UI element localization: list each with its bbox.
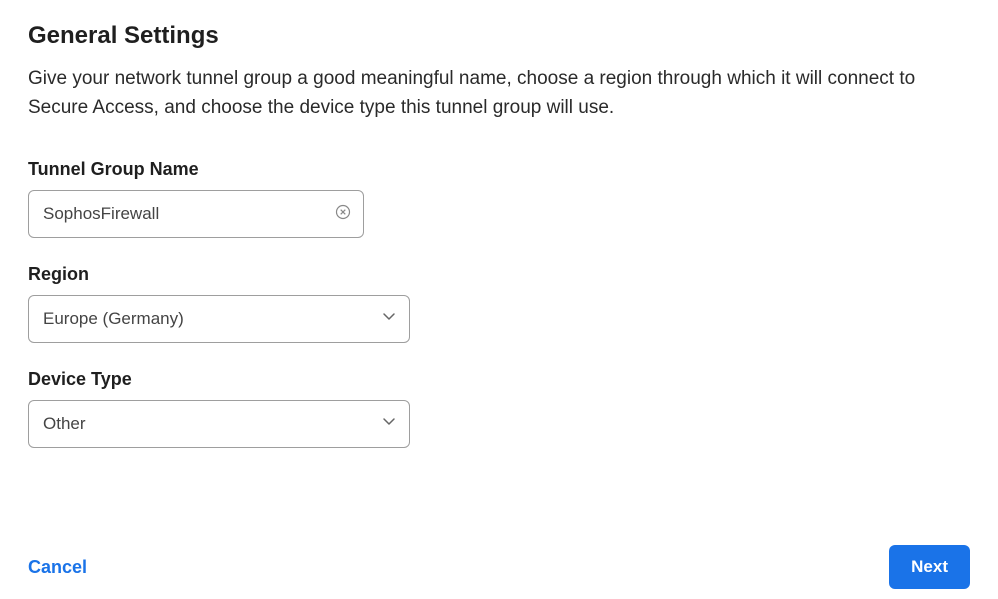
device-type-select-value: Other <box>43 414 86 434</box>
page-description: Give your network tunnel group a good me… <box>28 64 970 123</box>
region-select-value: Europe (Germany) <box>43 309 184 329</box>
page-title: General Settings <box>28 22 970 50</box>
device-type-select[interactable]: Other <box>28 400 410 448</box>
next-button[interactable]: Next <box>889 545 970 589</box>
device-type-field: Device Type Other <box>28 369 970 448</box>
clear-icon <box>335 204 351 223</box>
tunnel-group-name-label: Tunnel Group Name <box>28 159 970 180</box>
cancel-button[interactable]: Cancel <box>28 557 87 578</box>
device-type-select-wrapper: Other <box>28 400 410 448</box>
region-label: Region <box>28 264 970 285</box>
region-select-wrapper: Europe (Germany) <box>28 295 410 343</box>
tunnel-group-name-input[interactable] <box>28 190 364 238</box>
clear-input-button[interactable] <box>334 205 352 223</box>
region-select[interactable]: Europe (Germany) <box>28 295 410 343</box>
device-type-label: Device Type <box>28 369 970 390</box>
tunnel-group-name-field: Tunnel Group Name <box>28 159 970 238</box>
tunnel-group-name-input-wrapper <box>28 190 364 238</box>
region-field: Region Europe (Germany) <box>28 264 970 343</box>
footer-actions: Cancel Next <box>28 545 970 589</box>
